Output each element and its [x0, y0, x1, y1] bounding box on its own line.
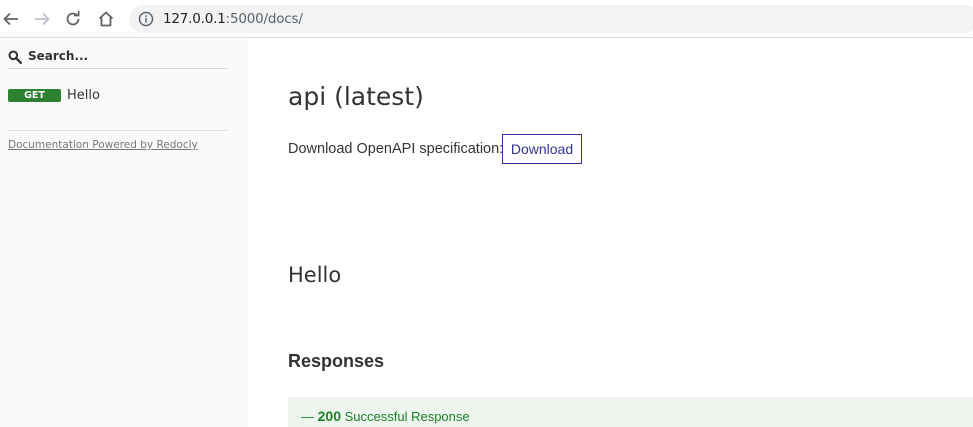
sidebar: GET Hello Documentation Powered by Redoc…: [0, 39, 248, 427]
operation-title: Hello: [288, 263, 342, 287]
url-host: 127.0.0.1: [163, 11, 226, 27]
reload-icon: [66, 11, 80, 26]
arrow-right-icon: [35, 12, 50, 26]
reload-button[interactable]: [62, 8, 84, 30]
url-text[interactable]: 127.0.0.1:5000/docs/: [163, 11, 303, 27]
search-icon: [8, 50, 22, 64]
response-description: Successful Response: [344, 409, 470, 424]
address-bar[interactable]: 127.0.0.1:5000/docs/: [129, 5, 973, 33]
response-prefix: —: [301, 409, 318, 424]
response-200-row[interactable]: — 200 Successful Response: [288, 397, 973, 427]
forward-button[interactable]: [31, 8, 53, 30]
main-content: api (latest) Download OpenAPI specificat…: [248, 39, 973, 427]
powered-by-link[interactable]: Documentation Powered by Redocly: [8, 139, 198, 151]
sidebar-item-label: Hello: [67, 88, 100, 103]
arrow-left-icon: [3, 12, 18, 26]
page-title: api (latest): [288, 82, 424, 111]
sidebar-item-hello[interactable]: GET Hello: [8, 87, 228, 109]
sidebar-divider: [8, 130, 228, 131]
download-label: Download OpenAPI specification:: [288, 141, 504, 157]
response-summary: — 200 Successful Response: [301, 408, 470, 424]
url-path: :5000/docs/: [225, 11, 303, 27]
search-box: [8, 47, 228, 69]
download-button[interactable]: Download: [502, 134, 582, 164]
home-icon: [98, 11, 114, 27]
search-input[interactable]: [28, 47, 228, 65]
responses-heading: Responses: [288, 351, 385, 371]
home-button[interactable]: [95, 8, 117, 30]
browser-toolbar: 127.0.0.1:5000/docs/: [0, 0, 973, 38]
response-code: 200: [317, 408, 341, 424]
info-icon[interactable]: [138, 11, 154, 27]
back-button[interactable]: [0, 8, 22, 30]
http-method-badge: GET: [8, 89, 61, 102]
